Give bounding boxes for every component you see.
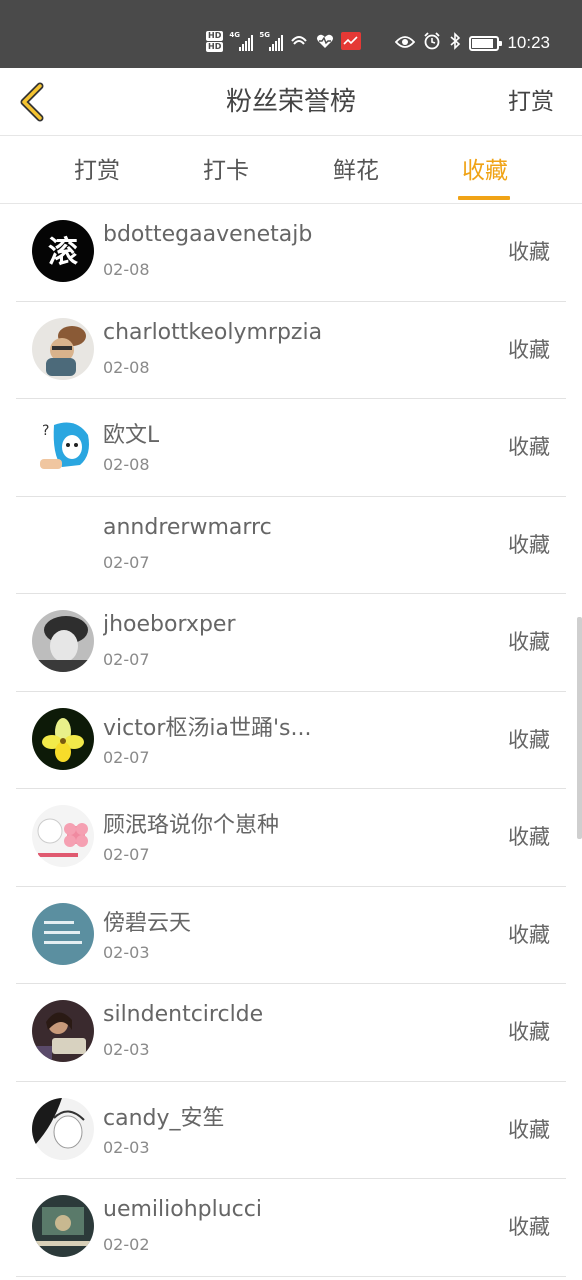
avatar[interactable]: [32, 317, 94, 380]
item-type-label: 收藏: [508, 727, 550, 752]
list-item[interactable]: candy_安笙 02-03 收藏: [0, 1082, 582, 1180]
list-item[interactable]: 顾泯珞说你个崽种 02-07 收藏: [0, 789, 582, 887]
item-date: 02-03: [103, 1040, 150, 1059]
hd-badge-1: HD: [206, 30, 224, 41]
wechat-notification-icon: [289, 31, 309, 51]
user-name: anndrerwmarrc: [103, 514, 272, 540]
list-item[interactable]: anndrerwmarrc 02-07 收藏: [0, 497, 582, 595]
item-date: 02-08: [103, 260, 150, 279]
svg-text:滚: 滚: [48, 235, 78, 270]
list-item[interactable]: 滚 bdottegaavenetajb 02-08 收藏: [0, 204, 582, 302]
alarm-icon: [423, 32, 441, 54]
stock-app-icon: [341, 31, 362, 51]
list-item[interactable]: silndentcirclde 02-03 收藏: [0, 984, 582, 1082]
reward-button[interactable]: 打赏: [508, 68, 554, 136]
item-date: 02-02: [103, 1235, 150, 1254]
list-item[interactable]: 傍碧云天 02-03 收藏: [0, 887, 582, 985]
list-item[interactable]: uemiliohplucci 02-02 收藏: [0, 1179, 582, 1277]
avatar[interactable]: [32, 707, 94, 770]
user-name: 欧文L: [103, 423, 160, 448]
item-date: 02-07: [103, 552, 150, 572]
status-bar: HD HD 4G 5G 10:23: [0, 0, 582, 68]
battery-level: [472, 38, 493, 48]
svg-text:?: ?: [42, 423, 49, 439]
user-name: silndentcirclde: [103, 1002, 264, 1027]
tab-reward[interactable]: 打赏: [42, 137, 152, 204]
item-date: 02-08: [103, 357, 150, 377]
signal-icon-1: 4G: [229, 31, 254, 51]
tab-checkin[interactable]: 打卡: [171, 137, 281, 204]
hd-badge-2: HD: [206, 41, 224, 52]
fan-list: 滚 bdottegaavenetajb 02-08 收藏 charlottkeo…: [0, 204, 582, 1277]
active-tab-indicator: [458, 196, 510, 200]
status-icons-right: 10:23: [395, 30, 550, 56]
page-title: 粉丝荣誉榜: [225, 87, 356, 117]
item-type-label: 收藏: [508, 630, 550, 654]
avatar[interactable]: [32, 1195, 94, 1257]
tab-bar: 打赏 打卡 鲜花 收藏: [0, 137, 582, 204]
tab-favorites-label: 收藏: [462, 158, 508, 184]
item-date: 02-07: [103, 845, 150, 864]
avatar[interactable]: [32, 1000, 94, 1062]
item-type-label: 收藏: [508, 240, 550, 264]
heart-rate-icon: [315, 31, 335, 51]
user-name: 傍碧云天: [103, 910, 192, 936]
item-type-label: 收藏: [508, 1215, 550, 1239]
battery-icon: [469, 35, 503, 51]
status-icons-left: HD HD 4G 5G: [206, 26, 362, 56]
avatar[interactable]: [32, 1097, 94, 1160]
list-item[interactable]: charlottkeolymrpzia 02-08 收藏: [0, 302, 582, 400]
avatar[interactable]: ?: [32, 415, 94, 477]
user-name: candy_安笙: [103, 1105, 225, 1131]
item-date: 02-07: [103, 650, 150, 669]
nav-header: 粉丝荣誉榜 打赏: [0, 68, 582, 136]
signal-icon-2: 5G: [259, 31, 284, 51]
hd-badges: HD HD: [206, 30, 224, 52]
item-type-label: 收藏: [508, 337, 550, 362]
item-date: 02-03: [103, 1137, 150, 1157]
user-name: uemiliohplucci: [103, 1197, 262, 1222]
tab-flowers[interactable]: 鲜花: [301, 137, 411, 204]
item-date: 02-03: [103, 942, 150, 962]
bluetooth-icon: [449, 32, 461, 54]
item-date: 02-08: [103, 455, 150, 474]
list-item[interactable]: ? 欧文L 02-08 收藏: [0, 399, 582, 497]
avatar[interactable]: 滚: [32, 220, 94, 282]
avatar[interactable]: [32, 902, 94, 965]
item-type-label: 收藏: [508, 435, 550, 459]
list-item[interactable]: jhoeborxper 02-07 收藏: [0, 594, 582, 692]
item-type-label: 收藏: [508, 1117, 550, 1142]
clock: 10:23: [507, 33, 550, 52]
item-type-label: 收藏: [508, 922, 550, 947]
avatar[interactable]: [32, 512, 94, 575]
scrollbar[interactable]: [577, 617, 582, 839]
user-name: victor枢汤ia世踊's...: [103, 715, 312, 741]
avatar[interactable]: [32, 610, 94, 672]
item-date: 02-07: [103, 747, 150, 767]
user-name: bdottegaavenetajb: [103, 222, 313, 247]
item-type-label: 收藏: [508, 1020, 550, 1044]
user-name: 顾泯珞说你个崽种: [103, 813, 280, 838]
item-type-label: 收藏: [508, 532, 550, 557]
list-item[interactable]: victor枢汤ia世踊's... 02-07 收藏: [0, 692, 582, 790]
item-type-label: 收藏: [508, 825, 550, 849]
eye-icon: [395, 34, 416, 53]
user-name: charlottkeolymrpzia: [103, 319, 323, 345]
user-name: jhoeborxper: [103, 612, 236, 637]
avatar[interactable]: [32, 805, 94, 867]
tab-favorites[interactable]: 收藏: [430, 137, 540, 204]
